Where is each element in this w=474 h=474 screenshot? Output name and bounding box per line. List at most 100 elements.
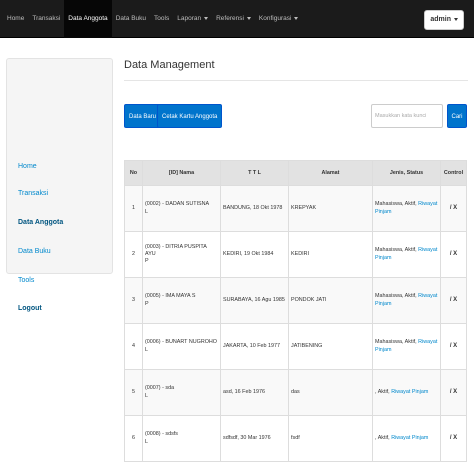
riwayat-pinjam-link[interactable]: Riwayat Pinjam bbox=[391, 435, 428, 441]
cell-ttl: BANDUNG, 18 Okt 1978 bbox=[220, 185, 289, 232]
member-gender: L bbox=[145, 346, 148, 353]
member-gender: L bbox=[145, 438, 148, 445]
sidebar-item-data-buku[interactable]: Data Buku bbox=[18, 248, 51, 255]
nav-item-label: Tools bbox=[154, 15, 170, 22]
cell-control: / X bbox=[440, 415, 467, 462]
member-ttl: BANDUNG, 18 Okt 1978 bbox=[223, 204, 283, 211]
member-alamat: JATIBENING bbox=[291, 342, 323, 349]
cell-name: (0005) - IMA MAYA SP bbox=[142, 277, 221, 324]
cell-alamat: fsdf bbox=[288, 415, 373, 462]
member-ttl: KEDIRI, 19 Okt 1984 bbox=[223, 250, 274, 257]
member-alamat: fsdf bbox=[291, 434, 300, 441]
member-status: Mahasiswa, Aktif, bbox=[375, 201, 417, 208]
user-menu-label: admin bbox=[430, 16, 451, 23]
member-alamat: das bbox=[291, 388, 300, 395]
edit-delete-controls[interactable]: / X bbox=[450, 343, 457, 349]
edit-delete-controls[interactable]: / X bbox=[450, 297, 457, 303]
cell-control: / X bbox=[440, 369, 467, 416]
row-number: 2 bbox=[132, 250, 135, 257]
cell-name: (0007) - sda L bbox=[142, 369, 221, 416]
cell-name: (0002) - DADAN SUTISNA L bbox=[142, 185, 221, 232]
cell-alamat: das bbox=[288, 369, 373, 416]
member-ttl: SURABAYA, 16 Agu 1985 bbox=[223, 296, 285, 303]
page-title: Data Management bbox=[124, 59, 215, 71]
riwayat-pinjam-link[interactable]: Riwayat Pinjam bbox=[391, 389, 428, 395]
nav-item-referensi[interactable]: Referensi bbox=[212, 0, 255, 38]
cell-alamat: PONDOK JATI bbox=[288, 277, 373, 324]
row-number: 5 bbox=[132, 388, 135, 395]
sidebar-item-logout[interactable]: Logout bbox=[18, 305, 42, 312]
search-button[interactable]: Cari bbox=[447, 104, 467, 128]
cell-no: 5 bbox=[124, 369, 143, 416]
user-menu-button[interactable]: admin bbox=[424, 10, 464, 30]
table-row: 1 (0002) - DADAN SUTISNA L BANDUNG, 18 Okt … bbox=[124, 185, 467, 232]
nav-item-label: Transaksi bbox=[32, 15, 61, 22]
edit-delete-controls[interactable]: / X bbox=[450, 205, 457, 211]
nav-item-home[interactable]: Home bbox=[3, 0, 28, 38]
member-alamat: KREPYAK bbox=[291, 204, 317, 211]
member-ttl: sdfsdf, 30 Mar 1976 bbox=[223, 434, 271, 441]
cell-ttl: SURABAYA, 16 Agu 1985 bbox=[220, 277, 289, 324]
column-header-nama: [ID] Nama bbox=[142, 160, 221, 186]
cell-no: 1 bbox=[124, 185, 143, 232]
sidebar-brand-placeholder bbox=[12, 69, 107, 87]
sidebar-item-home[interactable]: Home bbox=[18, 163, 37, 170]
column-header-no: No bbox=[124, 160, 143, 186]
navbar-menu: Home Transaksi Data Anggota Data Buku Tools L… bbox=[3, 0, 302, 38]
cell-control: / X bbox=[440, 185, 467, 232]
column-header-status: Jenis, Status bbox=[372, 160, 441, 186]
member-status: , Aktif, bbox=[375, 388, 390, 395]
table-header-row: No [ID] Nama T T L Alamat Jenis, Status … bbox=[124, 160, 467, 186]
nav-item-label: Data Buku bbox=[115, 15, 147, 22]
member-name: (0003) - DITRIA PUSPITA AYU bbox=[145, 243, 207, 257]
cell-status: Mahasiswa, Aktif, Riwayat Pinjam bbox=[372, 277, 441, 324]
sidebar-item-tools[interactable]: Tools bbox=[18, 277, 34, 284]
chevron-down-icon bbox=[204, 16, 209, 20]
cell-name: (0006) - BUNART NUGROHO L bbox=[142, 323, 221, 370]
table-row: 3 (0005) - IMA MAYA S P SURABAYA, 16 Agu 19… bbox=[124, 277, 467, 324]
title-divider bbox=[124, 80, 468, 81]
edit-delete-controls[interactable]: / X bbox=[450, 435, 457, 441]
cell-ttl: JAKARTA, 10 Feb 1977 bbox=[220, 323, 289, 370]
column-header-alamat: Alamat bbox=[288, 160, 373, 186]
member-alamat: KEDIRI bbox=[291, 250, 309, 257]
cetak-kartu-button[interactable]: Cetak Kartu Anggota bbox=[157, 104, 223, 128]
cell-control: / X bbox=[440, 231, 467, 278]
cell-control: / X bbox=[440, 277, 467, 324]
nav-item-tools[interactable]: Tools bbox=[150, 0, 173, 38]
cell-alamat: JATIBENING bbox=[288, 323, 373, 370]
cell-no: 4 bbox=[124, 323, 143, 370]
member-name: (0008) - sdsfs bbox=[145, 431, 178, 438]
nav-item-transaksi[interactable]: Transaksi bbox=[28, 0, 64, 38]
sidebar-item-transaksi[interactable]: Transaksi bbox=[18, 190, 48, 197]
search-input[interactable] bbox=[371, 104, 443, 128]
member-name: (0002) - DADAN SUTISNA bbox=[145, 201, 210, 208]
nav-item-label: Konfigurasi bbox=[258, 15, 292, 22]
cell-status: , Aktif, Riwayat Pinjam bbox=[372, 369, 441, 416]
nav-item-laporan[interactable]: Laporan bbox=[173, 0, 212, 38]
edit-delete-controls[interactable]: / X bbox=[450, 251, 457, 257]
members-table: No [ID] Nama T T L Alamat Jenis, Status … bbox=[124, 160, 467, 462]
nav-item-data-buku[interactable]: Data Buku bbox=[112, 0, 150, 38]
member-status: Mahasiswa, Aktif, bbox=[375, 247, 417, 254]
chevron-down-icon bbox=[294, 16, 299, 20]
nav-item-konfigurasi[interactable]: Konfigurasi bbox=[255, 0, 303, 38]
chevron-down-icon bbox=[246, 16, 251, 20]
member-status: Mahasiswa, Aktif, bbox=[375, 293, 417, 300]
cell-status: Mahasiswa, Aktif, Riwayat Pinjam bbox=[372, 185, 441, 232]
cell-ttl: sdfsdf, 30 Mar 1976 bbox=[220, 415, 289, 462]
edit-delete-controls[interactable]: / X bbox=[450, 389, 457, 395]
cell-alamat: KREPYAK bbox=[288, 185, 373, 232]
column-header-ttl: T T L bbox=[220, 160, 289, 186]
sidebar-item-data-anggota[interactable]: Data Anggota bbox=[18, 219, 63, 226]
row-number: 1 bbox=[132, 204, 135, 211]
cell-ttl: asd, 16 Feb 1976 bbox=[220, 369, 289, 416]
chevron-down-icon bbox=[454, 17, 458, 21]
cell-alamat: KEDIRI bbox=[288, 231, 373, 278]
member-gender: P bbox=[145, 300, 149, 307]
member-name: (0006) - BUNART NUGROHO bbox=[145, 339, 217, 346]
data-baru-button[interactable]: Data Baru bbox=[124, 104, 162, 128]
cell-status: Mahasiswa, Aktif, Riwayat Pinjam bbox=[372, 323, 441, 370]
nav-item-data-anggota[interactable]: Data Anggota bbox=[64, 0, 112, 38]
member-gender: L bbox=[145, 392, 148, 399]
